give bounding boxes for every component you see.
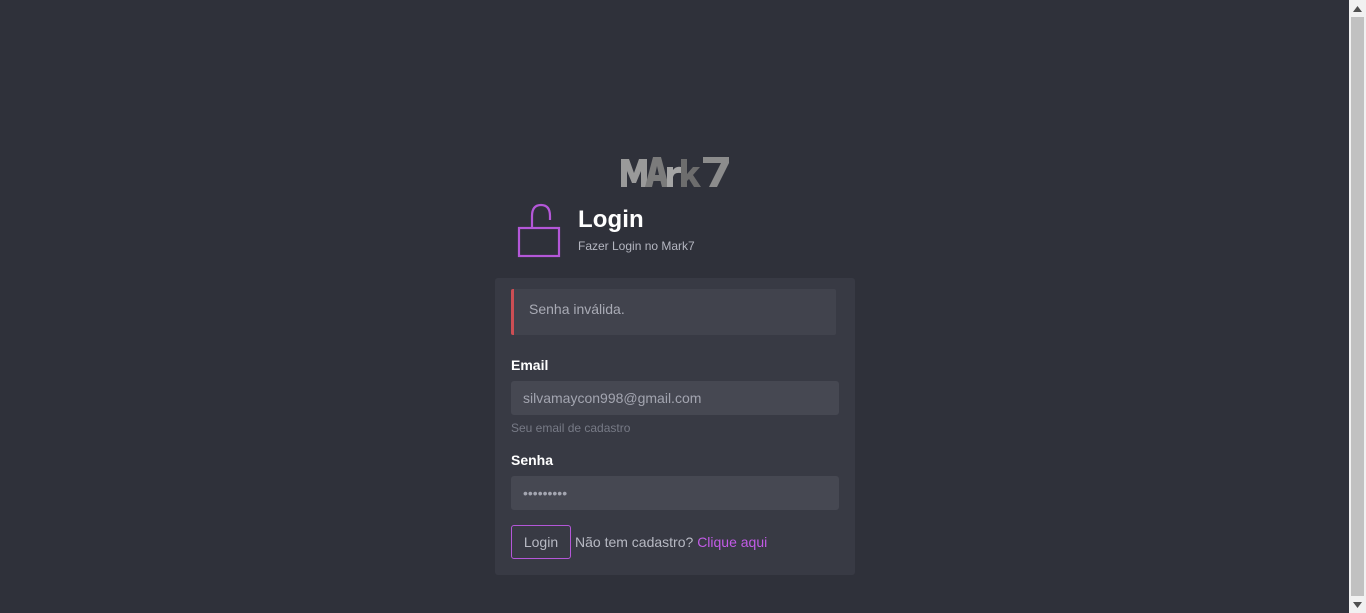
page-subtitle: Fazer Login no Mark7 [578,239,695,253]
email-field[interactable] [511,381,839,415]
alert-message: Senha inválida. [529,301,625,317]
email-help-text: Seu email de cadastro [511,421,631,435]
signup-link[interactable]: Clique aqui [697,534,767,550]
scrollbar-thumb[interactable] [1351,17,1364,596]
password-field[interactable] [511,476,839,510]
page-title: Login [578,206,644,233]
email-label: Email [511,357,549,373]
login-card: Senha inválida. Email Seu email de cadas… [495,278,855,575]
login-page: Login Fazer Login no Mark7 Senha inválid… [0,0,1366,613]
signup-prompt: Não tem cadastro? Clique aqui [575,534,767,550]
mark7-logo [621,157,729,187]
password-label: Senha [511,452,554,468]
vertical-scrollbar[interactable] [1349,0,1366,613]
scroll-down-arrow-icon[interactable] [1349,596,1366,613]
lock-open-icon [517,203,561,258]
scroll-up-arrow-icon[interactable] [1349,0,1366,17]
signup-prompt-text: Não tem cadastro? [575,534,694,550]
error-alert: Senha inválida. [511,289,836,335]
login-button[interactable]: Login [511,525,571,559]
